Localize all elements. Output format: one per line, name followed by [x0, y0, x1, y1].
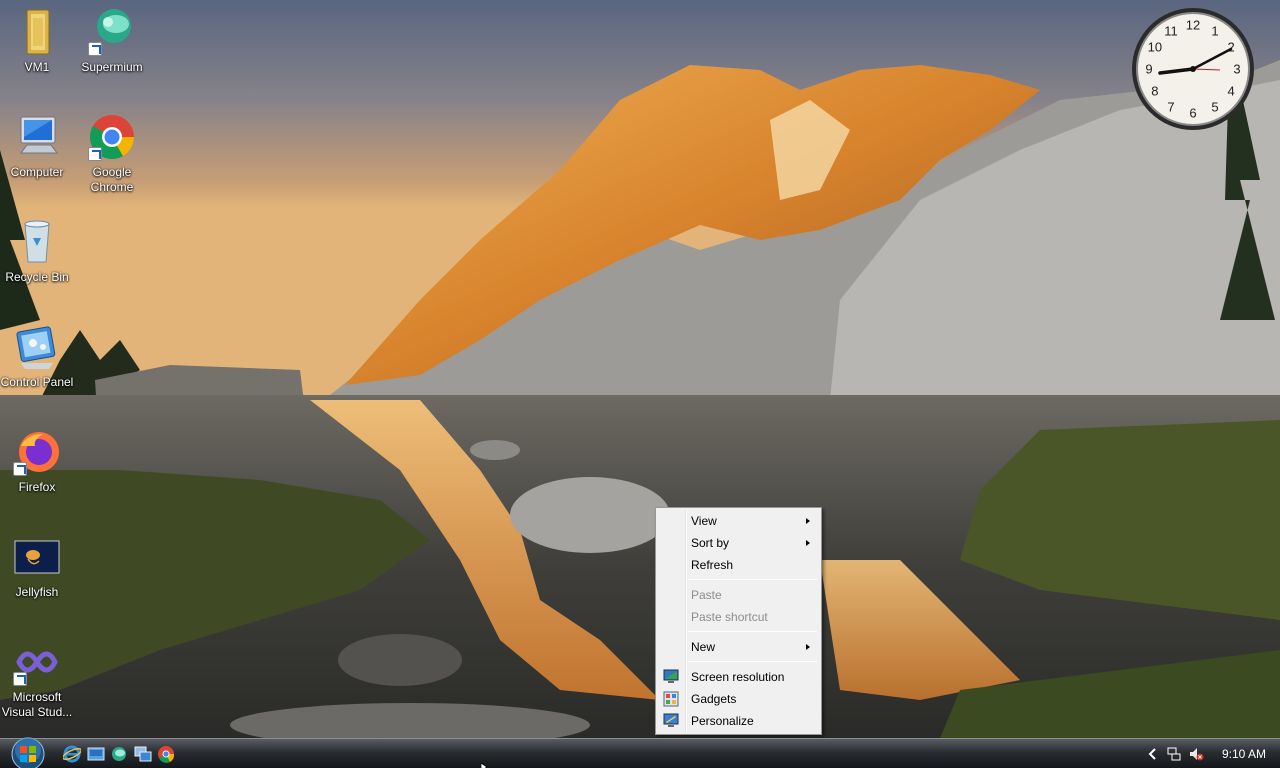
taskbar-clock[interactable]: 9:10 AM	[1214, 747, 1274, 761]
personalize-icon	[663, 713, 679, 729]
clock-numeral: 11	[1164, 23, 1178, 38]
menu-item-personalize[interactable]: Personalize	[658, 710, 819, 732]
desktop-icon-label: Supermium	[81, 60, 143, 74]
clock-numeral: 2	[1227, 40, 1234, 55]
chrome-icon	[88, 113, 136, 161]
switch-windows-icon[interactable]	[134, 745, 152, 763]
menu-item-label: Screen resolution	[691, 670, 785, 684]
menu-item-screen-resolution[interactable]: Screen resolution	[658, 666, 819, 688]
menu-item-paste-shortcut: Paste shortcut	[658, 606, 819, 628]
visual-studio-icon	[13, 638, 61, 686]
desktop-icon-label: Jellyfish	[15, 585, 59, 599]
taskbar: 9:10 AM	[0, 735, 1280, 768]
clock-numeral: 4	[1227, 84, 1234, 99]
desktop-background[interactable]: VM1 Supermium Computer Google Chrome Rec…	[0, 0, 1280, 738]
clock-gadget[interactable]: 12 1 2 3 4 5 6 7 8 9 10 11	[1130, 6, 1256, 132]
shortcut-arrow-icon	[88, 147, 102, 161]
desktop-icon-label: Google Chrome	[90, 165, 134, 194]
folder-icon	[13, 8, 61, 56]
show-desktop-icon[interactable]	[87, 745, 105, 763]
shortcut-arrow-icon	[13, 462, 27, 476]
volume-muted-icon[interactable]	[1188, 746, 1204, 762]
desktop-icon-google-chrome[interactable]: Google Chrome	[75, 113, 149, 195]
chrome-icon[interactable]	[157, 745, 175, 763]
gadgets-icon	[663, 691, 679, 707]
network-icon[interactable]	[1166, 746, 1182, 762]
control-panel-icon	[13, 323, 61, 371]
desktop-icon-label: Microsoft Visual Stud...	[1, 690, 73, 719]
menu-item-label: View	[691, 514, 717, 528]
mouse-cursor-icon	[480, 760, 491, 768]
menu-item-new[interactable]: New	[658, 636, 819, 658]
menu-item-label: Refresh	[691, 558, 734, 572]
analog-clock-face: 12 12 3 45678 9 1011	[1132, 8, 1254, 130]
desktop-icon-recycle-bin[interactable]: Recycle Bin	[0, 218, 74, 285]
start-button[interactable]	[8, 735, 48, 768]
menu-item-gadgets[interactable]: Gadgets	[658, 688, 819, 710]
menu-separator	[688, 631, 817, 632]
submenu-arrow-icon	[806, 518, 810, 524]
desktop-icon-label: Recycle Bin	[5, 270, 69, 284]
clock-numeral: 10	[1148, 40, 1162, 55]
clock-numeral: 6	[1189, 106, 1196, 121]
desktop-icon-computer[interactable]: Computer	[0, 113, 74, 180]
desktop-icon-label: Control Panel	[0, 375, 74, 389]
menu-item-view[interactable]: View	[658, 510, 819, 532]
desktop-icon-label: Firefox	[18, 480, 56, 494]
shortcut-arrow-icon	[13, 672, 27, 686]
menu-item-label: Gadgets	[691, 692, 737, 706]
menu-item-label: New	[691, 640, 716, 654]
desktop-context-menu: View Sort by Refresh Paste Paste shortcu…	[655, 507, 822, 735]
submenu-arrow-icon	[806, 540, 810, 546]
menu-item-refresh[interactable]: Refresh	[658, 554, 819, 576]
desktop-icon-control-panel[interactable]: Control Panel	[0, 323, 74, 390]
menu-separator	[688, 579, 817, 580]
desktop-icon-firefox[interactable]: Firefox	[0, 428, 74, 495]
menu-item-label: Paste	[691, 588, 722, 602]
show-hidden-icons-chevron-icon[interactable]	[1146, 746, 1160, 762]
supermium-icon[interactable]	[110, 745, 128, 763]
clock-numeral: 5	[1211, 100, 1218, 115]
menu-item-sort-by[interactable]: Sort by	[658, 532, 819, 554]
menu-item-label: Sort by	[691, 536, 730, 550]
shortcut-arrow-icon	[88, 42, 102, 56]
menu-separator	[688, 661, 817, 662]
menu-item-label: Personalize	[691, 714, 754, 728]
monitor-icon	[663, 669, 679, 685]
desktop-icon-label: VM1	[24, 60, 50, 74]
computer-icon	[13, 113, 61, 161]
clock-numeral: 1	[1211, 23, 1218, 38]
clock-numeral: 12	[1186, 18, 1200, 33]
desktop-icon-supermium[interactable]: Supermium	[75, 8, 149, 75]
desktop-icon-vm1[interactable]: VM1	[0, 8, 74, 75]
internet-explorer-icon[interactable]	[62, 745, 82, 763]
wallpaper-lake-mountain	[0, 0, 1280, 738]
desktop-icon-label: Computer	[10, 165, 64, 179]
desktop-icon-jellyfish[interactable]: Jellyfish	[0, 533, 74, 600]
clock-numeral: 3	[1233, 62, 1240, 77]
recycle-bin-icon	[13, 218, 61, 266]
windows-logo-icon	[11, 737, 45, 768]
clock-numeral: 7	[1167, 100, 1174, 115]
clock-numeral: 9	[1145, 62, 1152, 77]
clock-numeral: 8	[1151, 84, 1158, 99]
firefox-icon	[13, 428, 61, 476]
jellyfish-image-icon	[13, 533, 61, 581]
menu-item-label: Paste shortcut	[691, 610, 768, 624]
submenu-arrow-icon	[806, 644, 810, 650]
menu-item-paste: Paste	[658, 584, 819, 606]
supermium-icon	[88, 8, 136, 56]
desktop-icon-visual-studio[interactable]: Microsoft Visual Stud...	[0, 638, 74, 720]
